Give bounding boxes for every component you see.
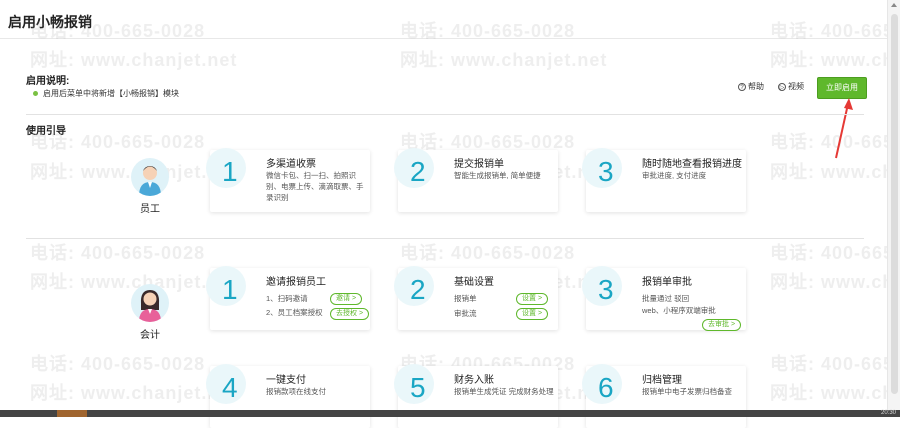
intro-heading: 启用说明: [26, 76, 70, 87]
step-card: 6 归档管理 报销单中电子发票归档备查 [582, 364, 746, 428]
video-link[interactable]: ▷ 视频 [778, 81, 804, 92]
bullet-dot [33, 91, 38, 96]
scrollbar[interactable] [887, 0, 900, 410]
step-card: 2 提交报销单 智能生成报销单, 简单便捷 [394, 148, 558, 212]
watermark-site: 网址: www.chanjet.net [30, 50, 238, 70]
title-bar: 启用小畅报销 [0, 0, 900, 39]
watermark-site: 网址: www.chanjet.net [770, 50, 900, 70]
employee-avatar [131, 158, 169, 196]
watermark-phone: 电话: 400-665-0028 [400, 243, 576, 263]
role-employee: 员工 [120, 158, 180, 215]
step-card: 3 报销单审批 批量通过 驳回 web、小程序双端审批 去审批 > [582, 266, 746, 331]
help-label: 帮助 [748, 82, 764, 91]
step-desc: 审批进度, 支付进度 [642, 171, 707, 180]
step-card: 1 多渠道收票 微信卡包、扫一扫、拍照识别、电票上传、滴滴取票、手录识别 [206, 148, 370, 212]
scrollbar-thumb[interactable] [891, 14, 898, 394]
help-icon: ? [738, 82, 746, 91]
step-desc: 智能生成报销单, 简单便捷 [454, 171, 541, 180]
step-desc: 报销单生成凭证 完成财务处理 [454, 387, 554, 396]
male-avatar-icon [139, 166, 161, 196]
step-title: 随时随地查看报销进度 [642, 159, 742, 170]
watermark-site: 网址: www.chanjet.net [770, 383, 900, 403]
red-arrow-annotation [835, 98, 853, 159]
help-link[interactable]: ? 帮助 [738, 81, 764, 92]
step-title: 提交报销单 [454, 159, 504, 170]
guide-heading: 使用引导 [26, 126, 66, 137]
step-title: 邀请报销员工 [266, 277, 326, 288]
step-number: 6 [598, 372, 614, 403]
step-title: 多渠道收票 [266, 159, 316, 170]
play-icon: ▷ [778, 82, 786, 91]
step-card: 2 基础设置 报销单 审批流 设置 > 设置 > [394, 266, 558, 330]
invite-button[interactable]: 邀请 > [330, 293, 363, 305]
step-title: 财务入账 [454, 375, 494, 386]
step-number: 2 [410, 274, 426, 305]
step-number: 3 [598, 274, 614, 305]
scroll-up-arrow-icon[interactable] [891, 3, 897, 7]
divider [26, 114, 864, 115]
role-label: 员工 [140, 204, 160, 215]
step-number: 3 [598, 156, 614, 187]
step-desc: 报销单中电子发票归档备查 [642, 387, 732, 396]
authorize-button[interactable]: 去授权 > [330, 308, 370, 320]
intro-bullet: 启用后菜单中将新增【小畅报销】模块 [43, 89, 179, 98]
accountant-avatar [131, 284, 169, 322]
page-title: 启用小畅报销 [8, 14, 92, 30]
step-title: 归档管理 [642, 375, 682, 386]
step-card: 3 随时随地查看报销进度 审批进度, 支付进度 [582, 148, 746, 212]
step-desc: 微信卡包、扫一扫、拍照识别、电票上传、滴滴取票、手录识别 [266, 171, 364, 202]
watermark-phone: 电话: 400-665-0028 [30, 354, 206, 374]
watermark-site: 网址: www.chanjet.net [400, 50, 608, 70]
step-title: 一键支付 [266, 375, 306, 386]
taskbar [0, 410, 900, 417]
taskbar-clock: 20:30 [880, 410, 896, 416]
step-line: web、小程序双端审批 [642, 306, 716, 315]
video-label: 视频 [788, 82, 804, 91]
watermark-phone: 电话: 400-665-0028 [770, 354, 900, 374]
female-avatar-icon [139, 290, 161, 322]
step-number: 1 [222, 156, 238, 187]
step-line: 批量通过 驳回 [642, 294, 690, 303]
role-accountant: 会计 [120, 284, 180, 341]
taskbar-app-button[interactable] [57, 410, 87, 417]
step-card: 4 一键支付 报销款项在线支付 [206, 364, 370, 428]
step-title: 报销单审批 [642, 277, 692, 288]
step-number: 1 [222, 274, 238, 305]
watermark-phone: 电话: 400-665-0028 [30, 243, 206, 263]
settings-button[interactable]: 设置 > [516, 308, 549, 320]
step-desc: 报销款项在线支付 [266, 387, 326, 396]
watermark-site: 网址: www.chanjet.net [770, 272, 900, 292]
step-number: 2 [410, 156, 426, 187]
step-card: 5 财务入账 报销单生成凭证 完成财务处理 [394, 364, 558, 428]
settings-button[interactable]: 设置 > [516, 293, 549, 305]
step-number: 5 [410, 372, 426, 403]
divider [26, 238, 864, 239]
approve-button[interactable]: 去审批 > [702, 319, 742, 331]
step-number: 4 [222, 372, 238, 403]
watermark-phone: 电话: 400-665-0028 [770, 243, 900, 263]
step-title: 基础设置 [454, 277, 494, 288]
step-card: 1 邀请报销员工 1、扫码邀请 2、员工档案授权 邀请 > 去授权 > [206, 266, 370, 330]
role-label: 会计 [140, 330, 160, 341]
